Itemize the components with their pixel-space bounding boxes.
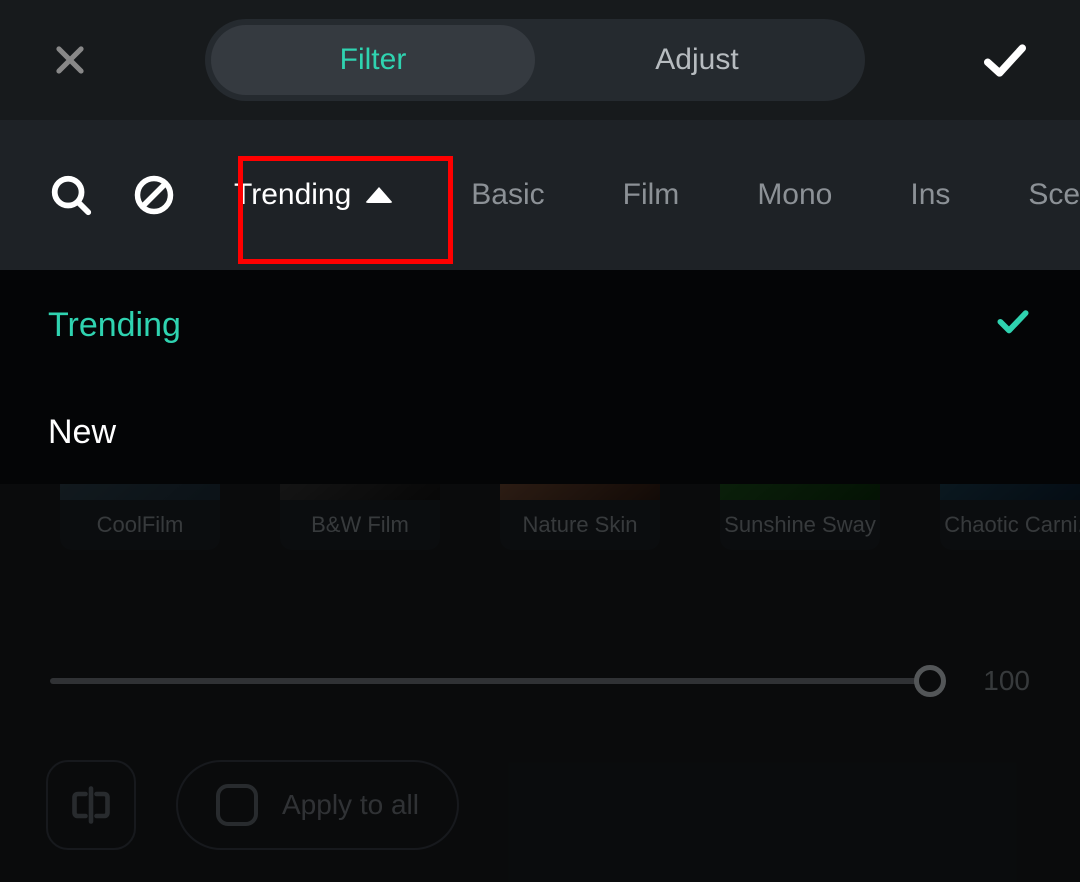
dropdown-trending[interactable]: Trending xyxy=(0,270,1080,381)
check-icon xyxy=(979,34,1031,86)
category-film[interactable]: Film xyxy=(613,146,690,244)
ban-icon xyxy=(132,173,176,217)
category-mono[interactable]: Mono xyxy=(747,146,842,244)
dropdown-label: Trending xyxy=(48,306,181,345)
dropdown-label: New xyxy=(48,413,116,452)
none-button[interactable] xyxy=(132,171,176,219)
category-basic[interactable]: Basic xyxy=(461,146,554,244)
close-button[interactable] xyxy=(48,38,92,82)
highlight-box xyxy=(238,156,453,264)
sort-dropdown: Trending New xyxy=(0,270,1080,484)
category-bar: Trending Basic Film Mono Ins Scenery xyxy=(0,120,1080,270)
close-icon xyxy=(51,41,89,79)
dropdown-new[interactable]: New xyxy=(0,381,1080,484)
confirm-button[interactable] xyxy=(978,33,1032,87)
category-scenery[interactable]: Scenery xyxy=(1018,146,1080,244)
top-tab-group: Filter Adjust xyxy=(205,19,865,101)
tab-filter[interactable]: Filter xyxy=(211,25,535,95)
tab-adjust[interactable]: Adjust xyxy=(535,25,859,95)
search-button[interactable] xyxy=(48,171,94,219)
check-icon xyxy=(994,302,1032,349)
search-icon xyxy=(48,172,94,218)
category-ins[interactable]: Ins xyxy=(900,146,960,244)
